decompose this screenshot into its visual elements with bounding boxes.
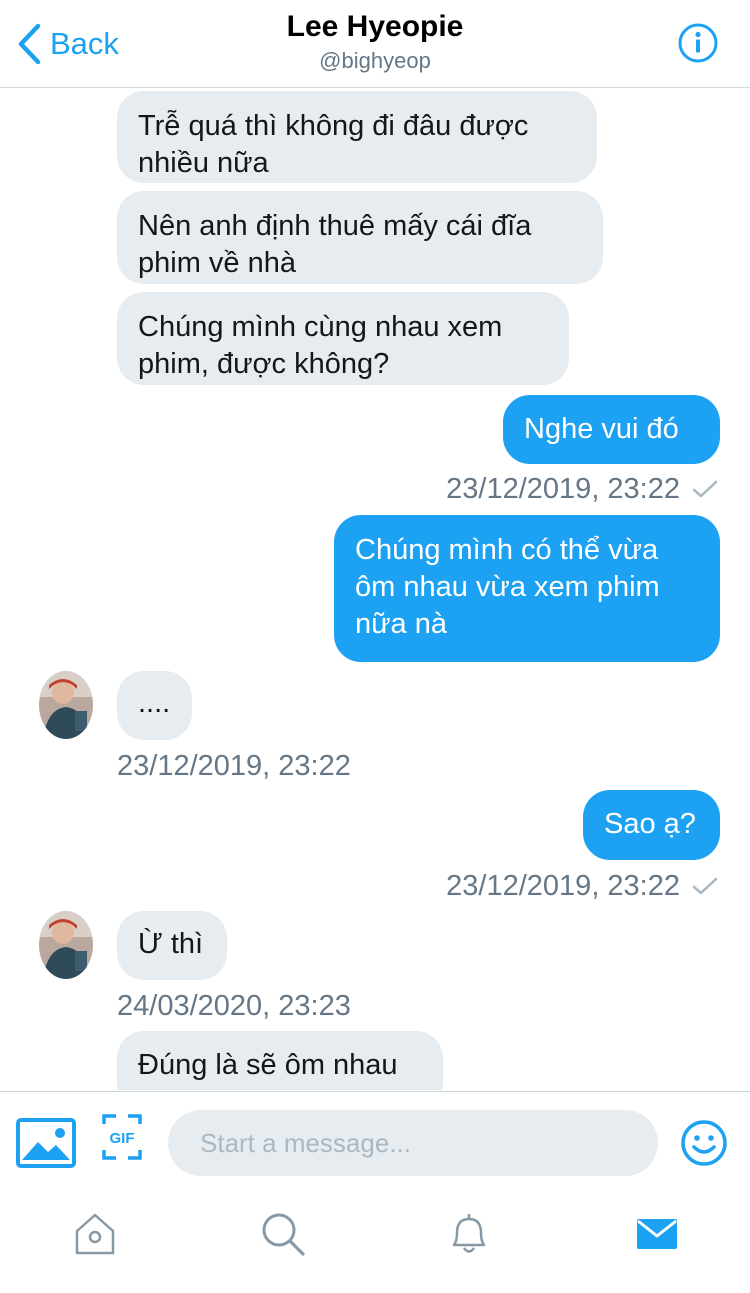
back-button[interactable]: Back (16, 22, 119, 66)
home-icon[interactable] (72, 1211, 118, 1257)
conversation-header: Back Lee Hyeopie @bighyeop (0, 0, 750, 88)
message-bubble-incoming[interactable]: Ừ thì (117, 911, 227, 980)
conversation-title-block[interactable]: Lee Hyeopie @bighyeop (175, 8, 575, 76)
messages-icon[interactable] (634, 1211, 680, 1257)
message-timestamp: 23/12/2019, 23:22 (446, 868, 718, 904)
message-bubble-incoming[interactable]: Đúng là sẽ ôm nhau (117, 1031, 443, 1090)
timestamp-text: 23/12/2019, 23:22 (446, 870, 680, 902)
message-bubble-outgoing[interactable]: Sao ạ? (583, 790, 720, 860)
back-label: Back (50, 26, 119, 61)
user-handle: @bighyeop (319, 48, 431, 73)
bottom-tab-bar (0, 1193, 750, 1293)
avatar-photo (39, 671, 93, 739)
message-bubble-incoming[interactable]: Chúng mình cùng nhau xem phim, được khôn… (117, 292, 569, 385)
gif-icon[interactable]: GIF (102, 1114, 142, 1160)
avatar[interactable] (39, 911, 93, 979)
chevron-left-icon (18, 23, 41, 65)
message-bubble-incoming[interactable]: Trễ quá thì không đi đâu được nhiều nữa (117, 91, 597, 183)
message-list[interactable]: Trễ quá thì không đi đâu được nhiều nữa … (0, 88, 750, 1090)
gif-label: GIF (110, 1130, 135, 1147)
notifications-icon[interactable] (446, 1211, 492, 1257)
message-input[interactable] (168, 1110, 658, 1176)
message-bubble-incoming[interactable]: .... (117, 671, 192, 740)
image-icon[interactable] (16, 1118, 76, 1168)
timestamp-text: 23/12/2019, 23:22 (446, 473, 680, 505)
sent-check-icon (692, 480, 718, 498)
info-icon[interactable] (677, 22, 719, 64)
message-timestamp: 23/12/2019, 23:22 (117, 750, 351, 782)
message-timestamp: 24/03/2020, 23:23 (117, 990, 351, 1022)
message-timestamp: 23/12/2019, 23:22 (446, 471, 718, 507)
avatar-photo (39, 911, 93, 979)
page-title: Lee Hyeopie (286, 10, 464, 43)
message-bubble-incoming[interactable]: Nên anh định thuê mấy cái đĩa phim về nh… (117, 191, 603, 284)
search-icon[interactable] (260, 1211, 306, 1257)
avatar[interactable] (39, 671, 93, 739)
message-bubble-outgoing[interactable]: Chúng mình có thể vừa ôm nhau vừa xem ph… (334, 515, 720, 662)
sent-check-icon (692, 877, 718, 895)
message-composer: GIF (0, 1091, 750, 1194)
emoji-icon[interactable] (680, 1119, 728, 1167)
message-bubble-outgoing[interactable]: Nghe vui đó (503, 395, 720, 464)
